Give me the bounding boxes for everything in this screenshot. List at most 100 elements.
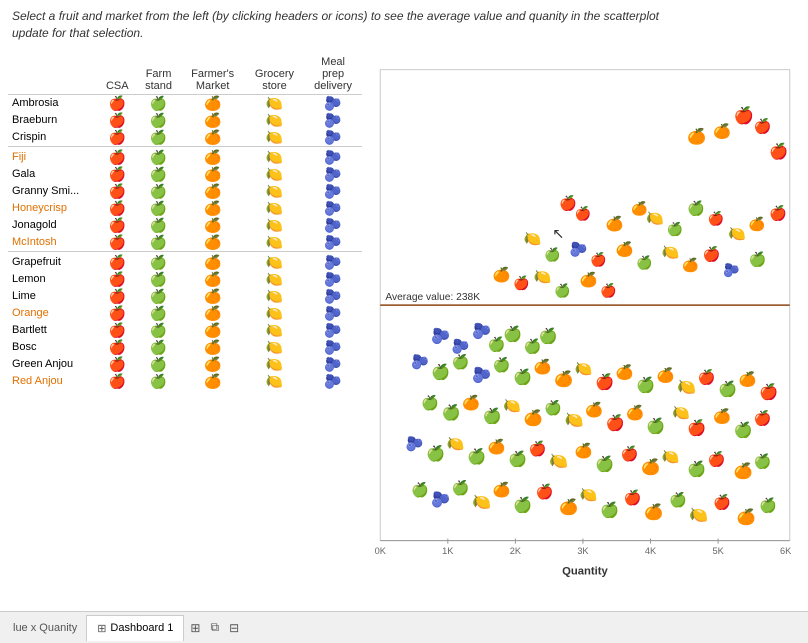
duplicate-tab-button[interactable]: ⧉ <box>208 618 221 637</box>
grocery-icon-cell[interactable]: 🍋 <box>245 94 304 112</box>
csa-icon-cell[interactable]: 🍎 <box>98 149 137 166</box>
meal-prep-icon-cell[interactable]: 🫐 <box>304 200 362 217</box>
farm-stand-icon-cell[interactable]: 🍏 <box>137 217 181 234</box>
meal-prep-icon-cell[interactable]: 🫐 <box>304 339 362 356</box>
farmers-market-icon-cell[interactable]: 🍊 <box>181 288 245 305</box>
table-row[interactable]: Grapefruit 🍎 🍏 🍊 🍋 🫐 <box>8 254 362 271</box>
farm-stand-icon-cell[interactable]: 🍏 <box>137 373 181 390</box>
meal-prep-icon-cell[interactable]: 🫐 <box>304 217 362 234</box>
farm-stand-icon-cell[interactable]: 🍏 <box>137 305 181 322</box>
csa-icon-cell[interactable]: 🍎 <box>98 183 137 200</box>
table-row[interactable]: Ambrosia 🍎 🍏 🍊 🍋 🫐 <box>8 94 362 112</box>
grocery-icon-cell[interactable]: 🍋 <box>245 356 304 373</box>
table-row[interactable]: Granny Smi... 🍎 🍏 🍊 🍋 🫐 <box>8 183 362 200</box>
grocery-icon-cell[interactable]: 🍋 <box>245 271 304 288</box>
grocery-icon-cell[interactable]: 🍋 <box>245 129 304 147</box>
grocery-icon-cell[interactable]: 🍋 <box>245 254 304 271</box>
table-row[interactable]: Braeburn 🍎 🍏 🍊 🍋 🫐 <box>8 112 362 129</box>
csa-icon-cell[interactable]: 🍎 <box>98 217 137 234</box>
grocery-icon-cell[interactable]: 🍋 <box>245 305 304 322</box>
farmers-market-icon-cell[interactable]: 🍊 <box>181 166 245 183</box>
farmers-market-icon-cell[interactable]: 🍊 <box>181 373 245 390</box>
table-row[interactable]: Crispin 🍎 🍏 🍊 🍋 🫐 <box>8 129 362 147</box>
csa-icon-cell[interactable]: 🍎 <box>98 200 137 217</box>
grocery-icon-cell[interactable]: 🍋 <box>245 200 304 217</box>
farm-stand-icon-cell[interactable]: 🍏 <box>137 288 181 305</box>
grocery-icon-cell[interactable]: 🍋 <box>245 288 304 305</box>
farmers-market-icon-cell[interactable]: 🍊 <box>181 234 245 252</box>
grocery-icon-cell[interactable]: 🍋 <box>245 217 304 234</box>
grocery-icon-cell[interactable]: 🍋 <box>245 234 304 252</box>
farmers-market-icon-cell[interactable]: 🍊 <box>181 322 245 339</box>
csa-icon-cell[interactable]: 🍎 <box>98 305 137 322</box>
meal-prep-icon-cell[interactable]: 🫐 <box>304 305 362 322</box>
farmers-market-icon-cell[interactable]: 🍊 <box>181 129 245 147</box>
farmers-market-icon-cell[interactable]: 🍊 <box>181 94 245 112</box>
meal-prep-icon-cell[interactable]: 🫐 <box>304 234 362 252</box>
table-row[interactable]: Bartlett 🍎 🍏 🍊 🍋 🫐 <box>8 322 362 339</box>
farm-stand-icon-cell[interactable]: 🍏 <box>137 271 181 288</box>
col-header-farmers-market[interactable]: Farmer'sMarket <box>181 54 245 95</box>
farmers-market-icon-cell[interactable]: 🍊 <box>181 254 245 271</box>
farm-stand-icon-cell[interactable]: 🍏 <box>137 339 181 356</box>
meal-prep-icon-cell[interactable]: 🫐 <box>304 166 362 183</box>
farmers-market-icon-cell[interactable]: 🍊 <box>181 271 245 288</box>
meal-prep-icon-cell[interactable]: 🫐 <box>304 94 362 112</box>
meal-prep-icon-cell[interactable]: 🫐 <box>304 288 362 305</box>
csa-icon-cell[interactable]: 🍎 <box>98 288 137 305</box>
csa-icon-cell[interactable]: 🍎 <box>98 373 137 390</box>
farm-stand-icon-cell[interactable]: 🍏 <box>137 94 181 112</box>
farm-stand-icon-cell[interactable]: 🍏 <box>137 129 181 147</box>
grocery-icon-cell[interactable]: 🍋 <box>245 166 304 183</box>
grocery-icon-cell[interactable]: 🍋 <box>245 183 304 200</box>
meal-prep-icon-cell[interactable]: 🫐 <box>304 373 362 390</box>
csa-icon-cell[interactable]: 🍎 <box>98 112 137 129</box>
table-row[interactable]: Red Anjou 🍎 🍏 🍊 🍋 🫐 <box>8 373 362 390</box>
csa-icon-cell[interactable]: 🍎 <box>98 234 137 252</box>
table-row[interactable]: Gala 🍎 🍏 🍊 🍋 🫐 <box>8 166 362 183</box>
farm-stand-icon-cell[interactable]: 🍏 <box>137 183 181 200</box>
meal-prep-icon-cell[interactable]: 🫐 <box>304 112 362 129</box>
grocery-icon-cell[interactable]: 🍋 <box>245 339 304 356</box>
meal-prep-icon-cell[interactable]: 🫐 <box>304 129 362 147</box>
farmers-market-icon-cell[interactable]: 🍊 <box>181 356 245 373</box>
more-tab-options-button[interactable]: ⊟ <box>227 619 241 637</box>
farm-stand-icon-cell[interactable]: 🍏 <box>137 234 181 252</box>
farmers-market-icon-cell[interactable]: 🍊 <box>181 200 245 217</box>
farmers-market-icon-cell[interactable]: 🍊 <box>181 183 245 200</box>
farmers-market-icon-cell[interactable]: 🍊 <box>181 112 245 129</box>
meal-prep-icon-cell[interactable]: 🫐 <box>304 149 362 166</box>
csa-icon-cell[interactable]: 🍎 <box>98 129 137 147</box>
csa-icon-cell[interactable]: 🍎 <box>98 271 137 288</box>
farm-stand-icon-cell[interactable]: 🍏 <box>137 166 181 183</box>
table-row[interactable]: Orange 🍎 🍏 🍊 🍋 🫐 <box>8 305 362 322</box>
col-header-meal-prep[interactable]: Mealprepdelivery <box>304 54 362 95</box>
csa-icon-cell[interactable]: 🍎 <box>98 166 137 183</box>
farm-stand-icon-cell[interactable]: 🍏 <box>137 112 181 129</box>
grocery-icon-cell[interactable]: 🍋 <box>245 373 304 390</box>
tab-dashboard-1[interactable]: ⊞ Dashboard 1 <box>86 615 184 641</box>
farm-stand-icon-cell[interactable]: 🍏 <box>137 200 181 217</box>
add-tab-button[interactable]: ⊞ <box>188 619 202 637</box>
scatter-plot[interactable]: Average value: 238K 0K 1K 2K 3K 4K 5K 6K… <box>370 58 800 603</box>
table-row[interactable]: Fiji 🍎 🍏 🍊 🍋 🫐 <box>8 149 362 166</box>
csa-icon-cell[interactable]: 🍎 <box>98 94 137 112</box>
farm-stand-icon-cell[interactable]: 🍏 <box>137 254 181 271</box>
farm-stand-icon-cell[interactable]: 🍏 <box>137 149 181 166</box>
csa-icon-cell[interactable]: 🍎 <box>98 254 137 271</box>
table-row[interactable]: Jonagold 🍎 🍏 🍊 🍋 🫐 <box>8 217 362 234</box>
table-row[interactable]: McIntosh 🍎 🍏 🍊 🍋 🫐 <box>8 234 362 252</box>
meal-prep-icon-cell[interactable]: 🫐 <box>304 356 362 373</box>
farmers-market-icon-cell[interactable]: 🍊 <box>181 339 245 356</box>
col-header-csa[interactable]: CSA <box>98 54 137 95</box>
meal-prep-icon-cell[interactable]: 🫐 <box>304 271 362 288</box>
farmers-market-icon-cell[interactable]: 🍊 <box>181 149 245 166</box>
grocery-icon-cell[interactable]: 🍋 <box>245 149 304 166</box>
farm-stand-icon-cell[interactable]: 🍏 <box>137 356 181 373</box>
col-header-farm-stand[interactable]: Farmstand <box>137 54 181 95</box>
farmers-market-icon-cell[interactable]: 🍊 <box>181 217 245 234</box>
col-header-grocery[interactable]: Grocerystore <box>245 54 304 95</box>
tab-value-quantity[interactable]: lue x Quanity <box>4 617 86 639</box>
csa-icon-cell[interactable]: 🍎 <box>98 356 137 373</box>
grocery-icon-cell[interactable]: 🍋 <box>245 112 304 129</box>
